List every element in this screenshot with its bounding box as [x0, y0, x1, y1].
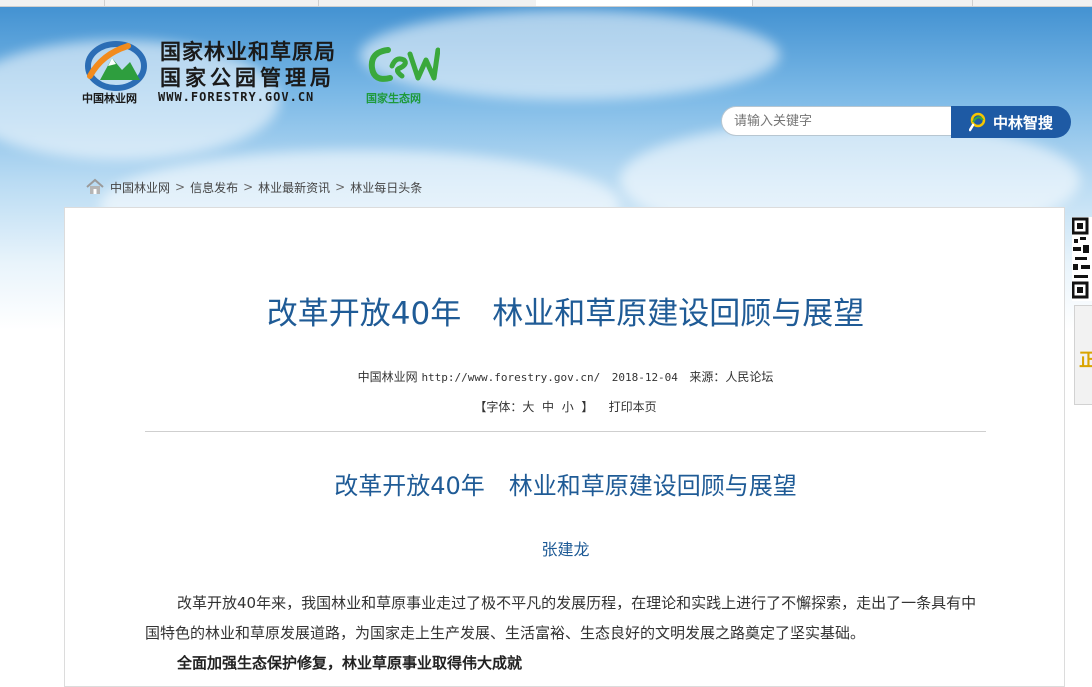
breadcrumb-separator: >	[243, 180, 254, 194]
breadcrumb-item-daily-headline[interactable]: 林业每日头条	[350, 179, 422, 196]
font-size-small-button[interactable]: 小	[562, 400, 574, 414]
meta-source: 来源：人民论坛	[689, 370, 774, 384]
eco-network-logo-icon[interactable]	[366, 42, 440, 86]
breadcrumb-separator: >	[335, 180, 346, 194]
breadcrumb-item-latest-news[interactable]: 林业最新资讯	[258, 179, 330, 196]
font-size-label: 【字体：	[474, 400, 523, 414]
forestry-emblem-icon	[85, 41, 147, 91]
org-name-national-park: 国家公园管理局	[160, 66, 335, 90]
article-paragraph: 改革开放40年来，我国林业和草原事业走过了极不平凡的发展历程，在理论和实践上进行…	[145, 594, 977, 642]
search-button[interactable]: 中林智搜	[951, 106, 1071, 138]
meta-date: 2018-12-04	[611, 371, 678, 384]
magnifier-icon	[968, 112, 986, 132]
meta-site: 中国林业网	[357, 370, 418, 384]
article-title: 改革开放40年 林业和草原建设回顾与展望	[266, 296, 865, 332]
article-meta: 中国林业网 http://www.forestry.gov.cn/ 2018-1…	[65, 368, 1066, 385]
qr-code-icon	[1072, 217, 1092, 301]
print-page-button[interactable]: 打印本页	[609, 400, 657, 414]
site-short-name: 中国林业网	[82, 92, 137, 105]
divider	[145, 431, 986, 432]
font-size-medium-button[interactable]: 中	[542, 400, 554, 414]
search-button-label: 中林智搜	[992, 113, 1053, 132]
breadcrumb-separator: >	[175, 180, 186, 194]
eco-network-label: 国家生态网	[366, 92, 421, 105]
article-container: 改革开放40年 林业和草原建设回顾与展望 中国林业网 http://www.fo…	[64, 207, 1065, 687]
search-bar: 中林智搜	[721, 106, 1071, 138]
breadcrumb-item-home[interactable]: 中国林业网	[110, 179, 170, 196]
site-url: WWW.FORESTRY.GOV.CN	[158, 90, 315, 104]
font-size-large-button[interactable]: 大	[522, 400, 534, 414]
home-icon[interactable]	[86, 178, 104, 196]
side-floating-tab[interactable]: 正	[1074, 305, 1092, 405]
side-tab-label: 正	[1079, 350, 1092, 371]
meta-url: http://www.forestry.gov.cn/	[421, 371, 601, 384]
breadcrumb: 中国林业网 > 信息发布 > 林业最新资讯 > 林业每日头条	[86, 178, 422, 196]
section-heading: 全面加强生态保护修复，林业草原事业取得伟大成就	[177, 654, 523, 672]
browser-tab-strip	[0, 0, 1092, 7]
article-tools: 【字体：大 中 小 】 打印本页	[65, 398, 1066, 415]
article-subtitle: 改革开放40年 林业和草原建设回顾与展望	[334, 472, 797, 500]
search-input[interactable]	[721, 106, 951, 136]
breadcrumb-item-info-release[interactable]: 信息发布	[190, 179, 238, 196]
article-author: 张建龙	[541, 540, 590, 559]
font-size-close: 】	[581, 400, 594, 414]
